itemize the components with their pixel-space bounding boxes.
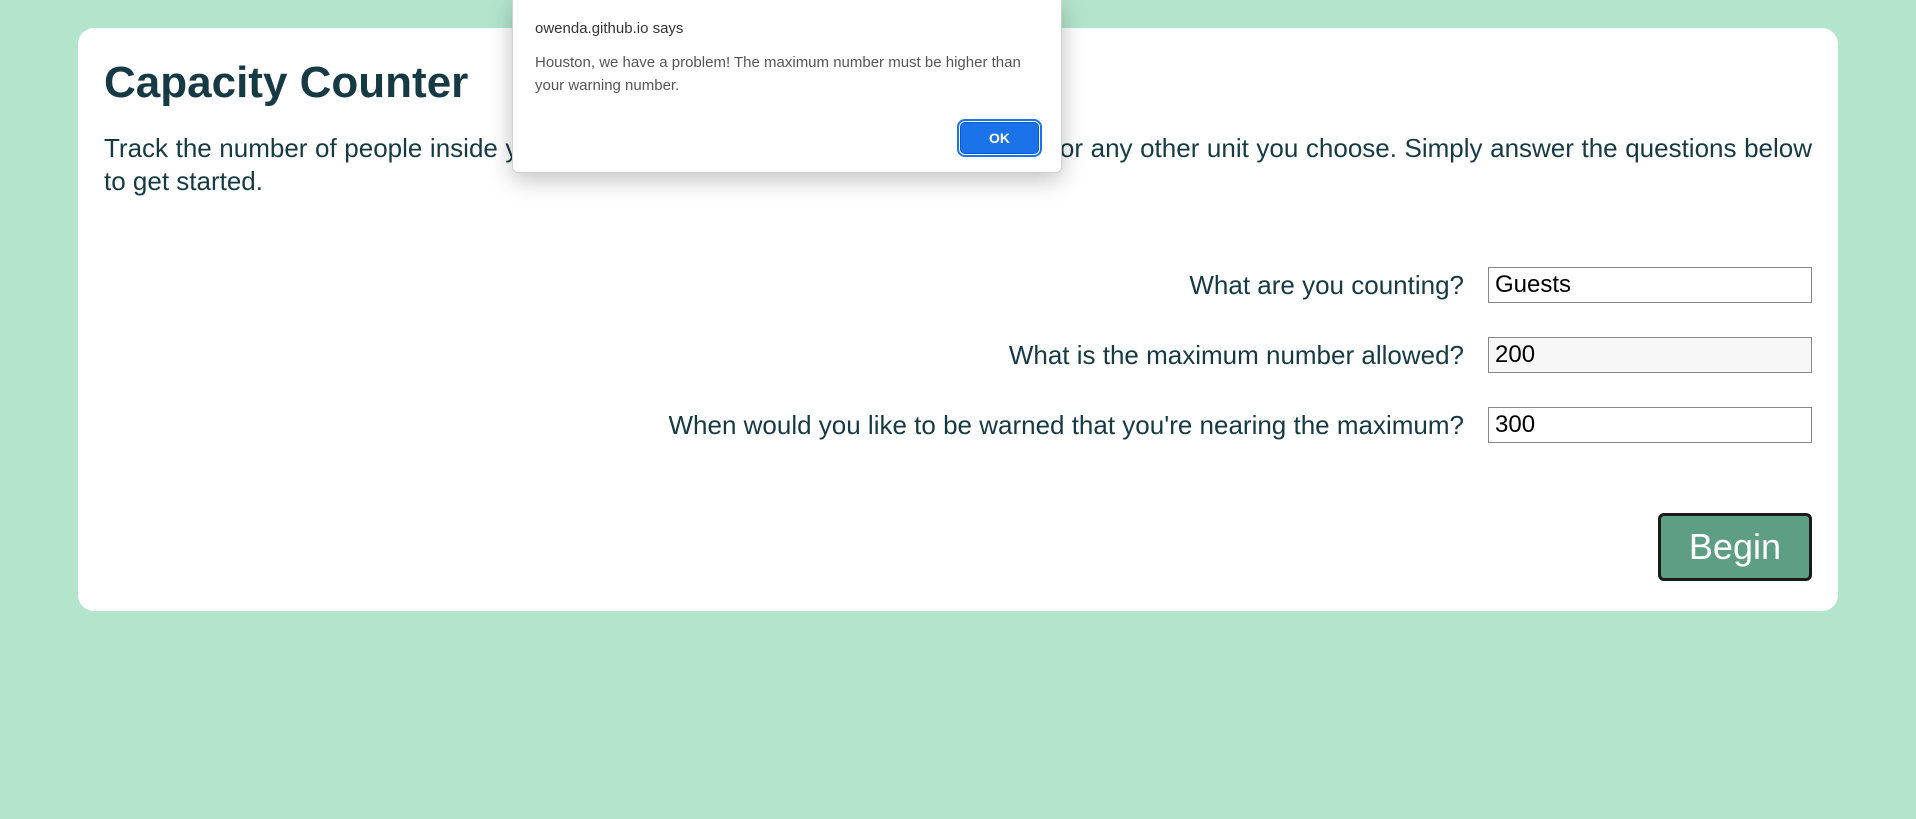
alert-origin: owenda.github.io says [535, 20, 1039, 37]
warn-label: When would you like to be warned that yo… [668, 410, 1464, 441]
counting-label: What are you counting? [1189, 270, 1464, 301]
counting-input[interactable] [1488, 267, 1812, 303]
max-input[interactable] [1488, 337, 1812, 373]
warn-input[interactable] [1488, 407, 1812, 443]
alert-message: Houston, we have a problem! The maximum … [535, 51, 1039, 98]
setup-form: What are you counting? What is the maxim… [104, 267, 1812, 443]
alert-dialog: owenda.github.io says Houston, we have a… [512, 0, 1062, 173]
alert-ok-button[interactable]: OK [960, 122, 1039, 154]
row-counting: What are you counting? [104, 267, 1812, 303]
alert-actions: OK [535, 122, 1039, 154]
row-maximum: What is the maximum number allowed? [104, 337, 1812, 373]
row-warning: When would you like to be warned that yo… [104, 407, 1812, 443]
begin-button[interactable]: Begin [1658, 513, 1812, 581]
actions: Begin [104, 513, 1812, 581]
max-label: What is the maximum number allowed? [1009, 340, 1464, 371]
